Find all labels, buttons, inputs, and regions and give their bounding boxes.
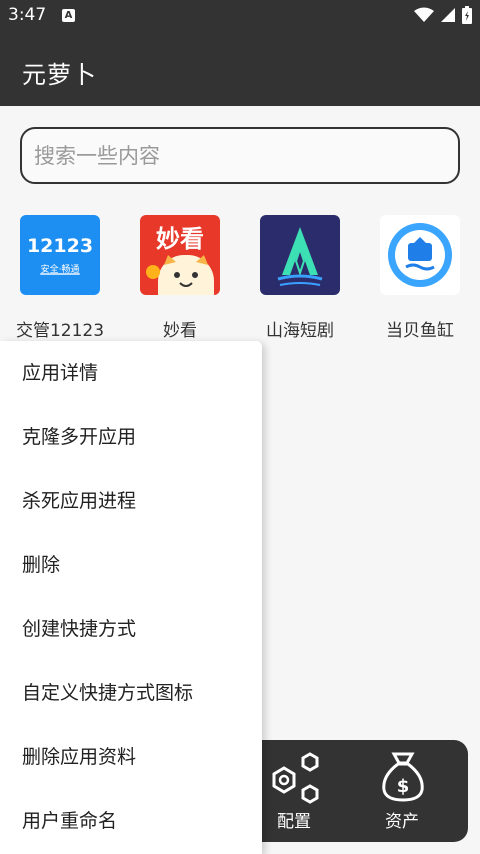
search-input[interactable] [34,141,444,171]
menu-item-kill-process[interactable]: 杀死应用进程 [0,469,262,533]
wifi-icon [414,7,434,22]
status-time: 3:47 [8,5,47,25]
app-item-shanhai[interactable]: 山海短剧 [240,215,360,341]
app-title: 元萝卜 [22,61,97,89]
status-icons [414,6,472,24]
fish-tank-icon [388,223,452,287]
battery-icon [462,6,472,24]
coin-icon [146,265,160,279]
search-box[interactable] [20,127,460,184]
app-miaokan-icon: 妙看 [140,215,220,295]
app-item-12123[interactable]: 12123 安全·畅通 交管12123 [0,215,120,341]
svg-text:$: $ [397,776,410,797]
menu-item-rename-user[interactable]: 用户重命名 [0,789,262,853]
nav-label: 资产 [385,812,419,832]
menu-item-delete[interactable]: 删除 [0,533,262,597]
app-label: 妙看 [163,321,197,341]
cat-face-icon [164,255,208,287]
menu-item-create-shortcut[interactable]: 创建快捷方式 [0,597,262,661]
app-shanhai-icon [260,215,340,295]
app-context-menu: 应用详情 克隆多开应用 杀死应用进程 删除 创建快捷方式 自定义快捷方式图标 删… [0,341,262,854]
app-bar: 元萝卜 [0,33,480,106]
app-label: 当贝鱼缸 [386,321,454,341]
app-label: 交管12123 [15,321,105,341]
money-bag-icon: $ [382,752,424,802]
app-12123-icon: 12123 安全·畅通 [20,215,100,295]
app-item-miaokan[interactable]: 妙看 妙看 [120,215,240,341]
bottom-nav: 配置 $ 资产 [240,740,468,842]
app-dangbei-icon [380,215,460,295]
app-label: 山海短剧 [266,321,334,341]
nav-assets[interactable]: $ 资产 [352,740,452,842]
config-hexagons-icon [272,752,319,804]
divider [40,273,80,275]
menu-item-clone-app[interactable]: 克隆多开应用 [0,405,262,469]
app-miaokan-icon-text: 妙看 [156,225,204,253]
status-bar: 3:47 A [0,0,480,33]
app-12123-icon-text: 12123 [26,235,94,257]
menu-item-delete-app-data[interactable]: 删除应用资料 [0,725,262,789]
mountain-logo-icon [277,227,323,286]
signal-icon [441,8,455,22]
menu-item-app-details[interactable]: 应用详情 [0,341,262,405]
notification-a-icon: A [62,9,75,22]
app-item-dangbei[interactable]: 当贝鱼缸 [360,215,480,341]
cat-icon [158,255,214,295]
menu-item-custom-shortcut-icon[interactable]: 自定义快捷方式图标 [0,661,262,725]
